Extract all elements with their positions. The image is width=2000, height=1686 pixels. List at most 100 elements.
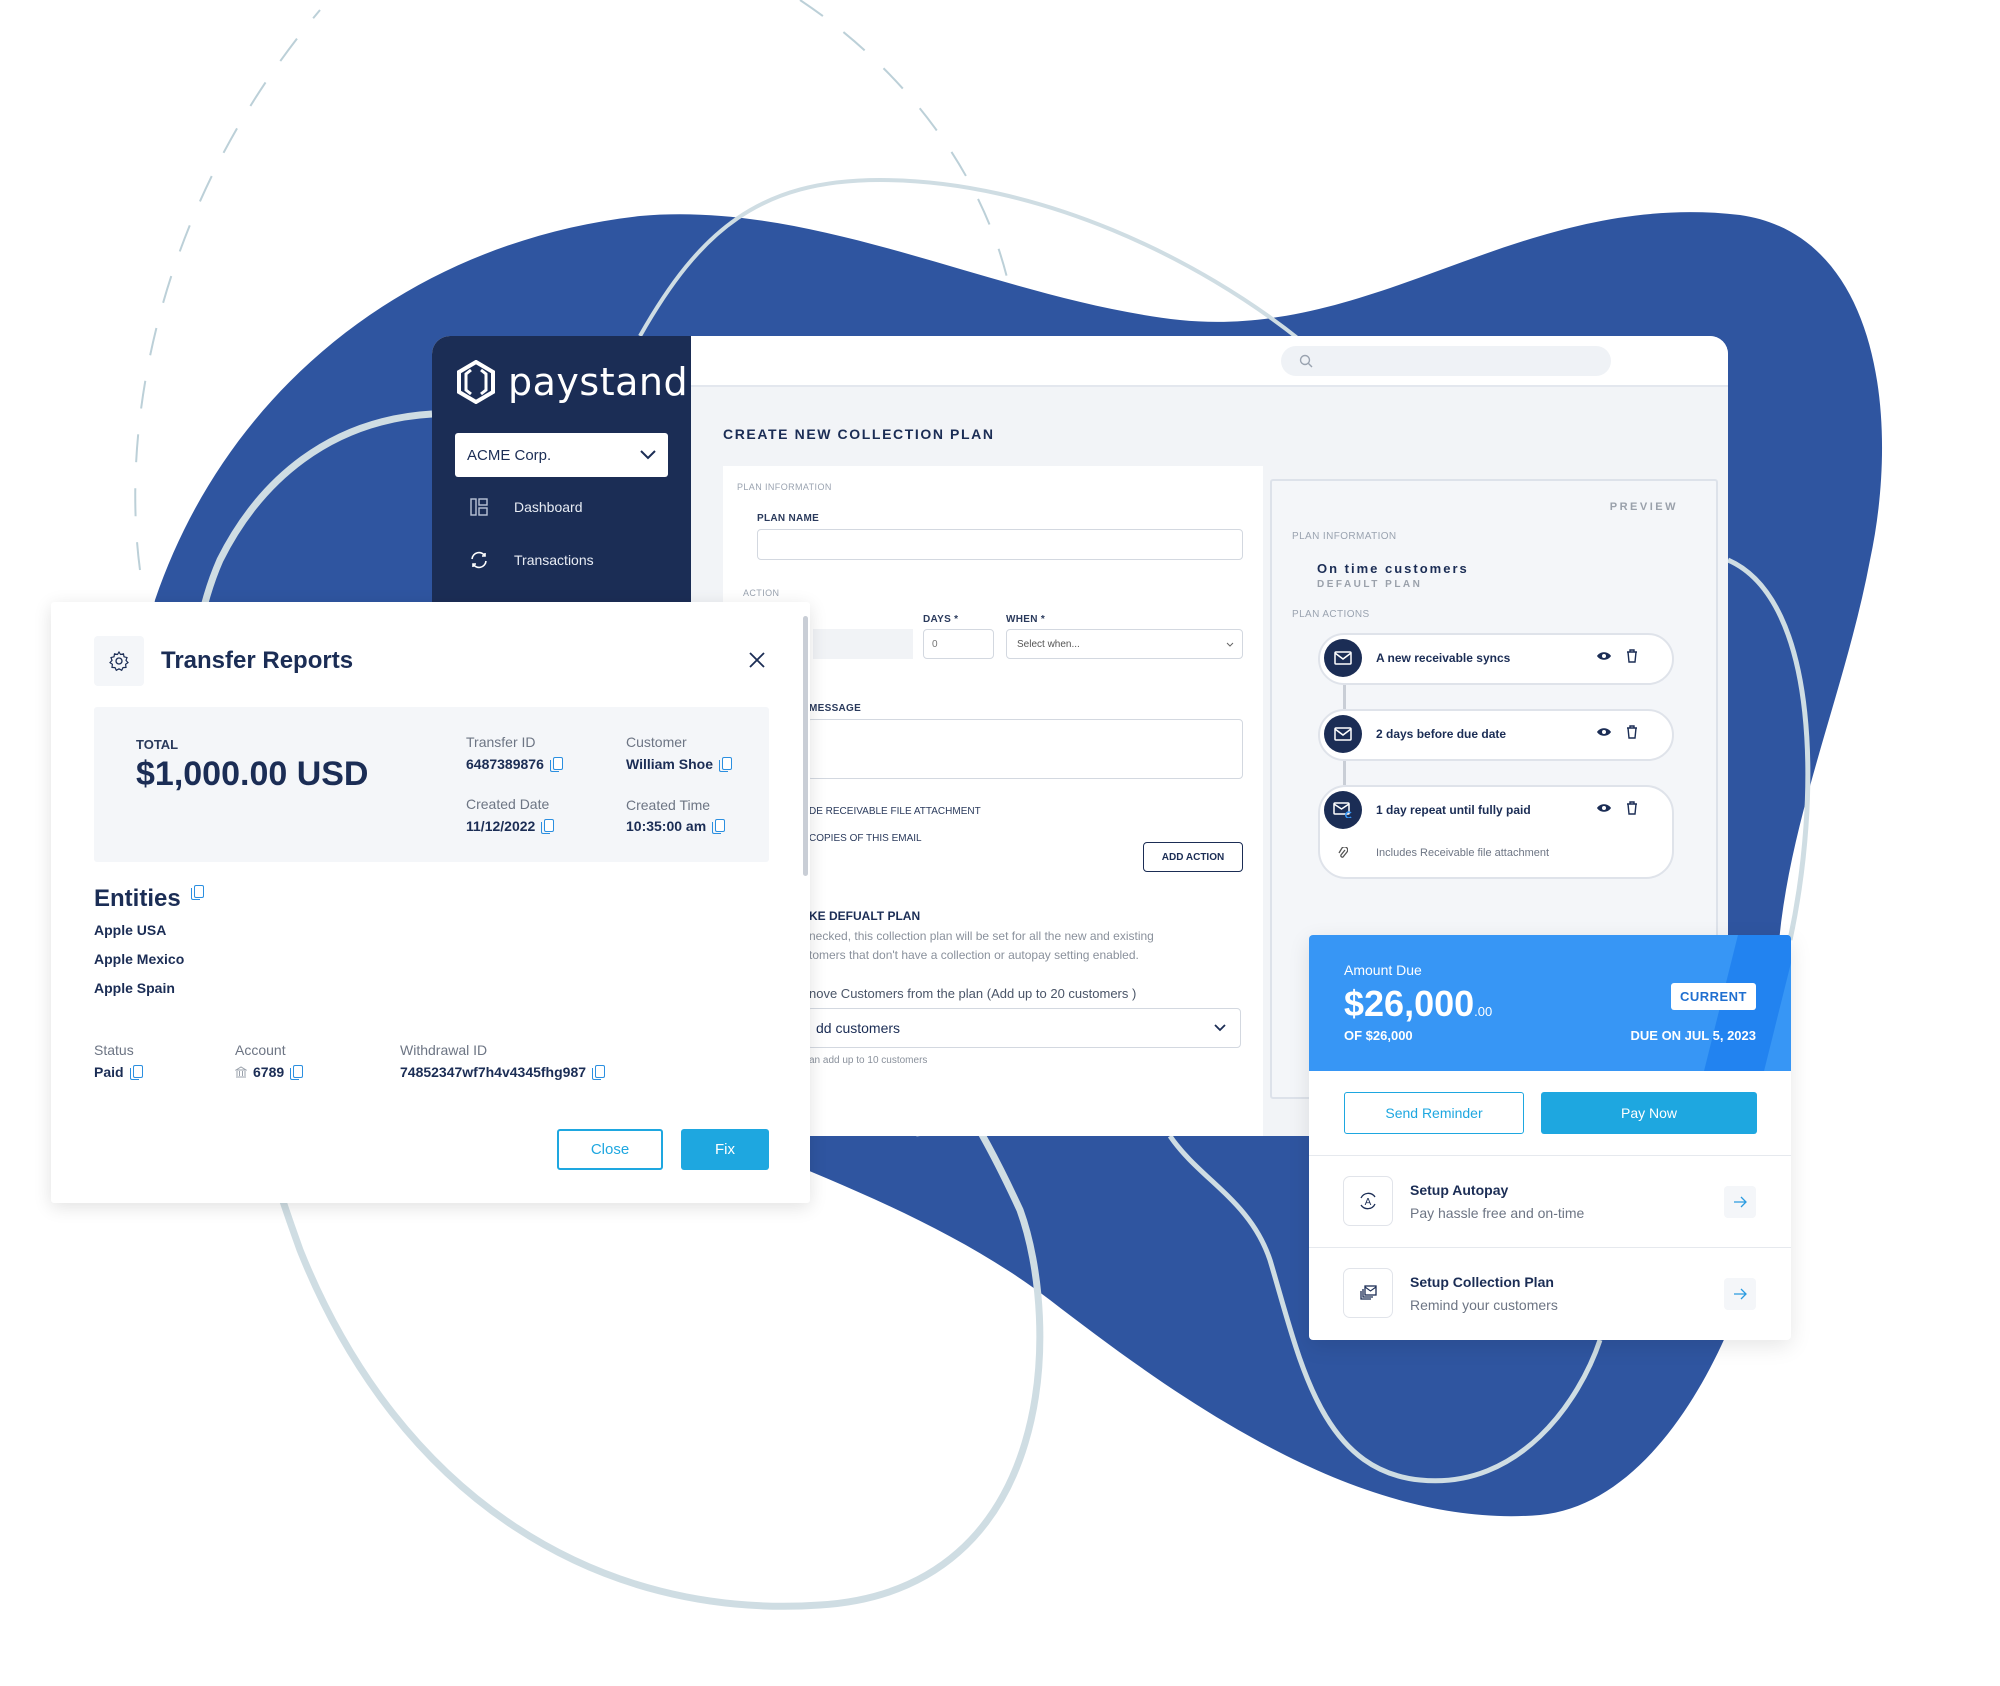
page-title: CREATE NEW COLLECTION PLAN	[723, 426, 995, 442]
amount-due-card: Amount Due $26,000 .00 OF $26,000 CURREN…	[1309, 935, 1791, 1340]
amount-due-header: Amount Due $26,000 .00 OF $26,000 CURREN…	[1309, 935, 1791, 1071]
eye-icon[interactable]	[1596, 727, 1612, 737]
copy-icon[interactable]	[712, 818, 726, 834]
chevron-down-icon	[1226, 642, 1234, 647]
trash-icon[interactable]	[1626, 801, 1638, 815]
default-plan-checkbox-label[interactable]: KE DEFUALT PLAN	[809, 909, 920, 923]
add-customers-value: dd customers	[816, 1020, 901, 1036]
copy-icon[interactable]	[541, 818, 555, 834]
default-plan-description-1: necked, this collection plan will be set…	[809, 929, 1154, 943]
close-button[interactable]: Close	[557, 1129, 663, 1170]
send-reminder-button[interactable]: Send Reminder	[1344, 1092, 1524, 1134]
withdrawal-id-field: 74852347wf7h4v4345fhg987	[400, 1064, 606, 1080]
transfer-id-value: 6487389876	[466, 756, 544, 772]
trash-icon[interactable]	[1626, 649, 1638, 663]
sidebar-item-dashboard[interactable]: Dashboard	[468, 496, 583, 518]
eye-icon[interactable]	[1596, 651, 1612, 661]
arrow-right-icon[interactable]	[1724, 1278, 1756, 1310]
when-select[interactable]: Select when...	[1006, 629, 1243, 659]
transfer-summary: TOTAL $1,000.00 USD Transfer ID 64873898…	[94, 707, 769, 862]
transfer-id-field: 6487389876	[466, 756, 563, 772]
setup-autopay-row[interactable]: A Setup Autopay Pay hassle free and on-t…	[1309, 1155, 1791, 1247]
preview-plan-information-label: PLAN INFORMATION	[1292, 531, 1397, 542]
organization-select[interactable]: ACME Corp.	[455, 433, 668, 477]
row-title: Setup Collection Plan	[1410, 1274, 1554, 1290]
row-title: Setup Autopay	[1410, 1182, 1509, 1198]
mail-repeat-icon	[1324, 791, 1362, 829]
sidebar-item-transactions[interactable]: Transactions	[468, 549, 594, 571]
arrow-right-icon[interactable]	[1724, 1186, 1756, 1218]
search-icon	[1299, 354, 1313, 368]
customer-field: William Shoe	[626, 756, 733, 772]
paystand-logo: paystand	[456, 360, 688, 404]
bank-icon	[235, 1066, 247, 1078]
total-label: TOTAL	[136, 737, 179, 752]
account-label: Account	[235, 1042, 286, 1058]
add-customers-select[interactable]: dd customers	[807, 1008, 1241, 1048]
entity-item: Apple USA	[94, 922, 167, 938]
amount-of-total: OF $26,000	[1344, 1028, 1413, 1043]
pay-now-button[interactable]: Pay Now	[1541, 1092, 1757, 1134]
plan-action-item[interactable]: A new receivable syncs	[1318, 633, 1674, 685]
entity-item: Apple Spain	[94, 980, 175, 996]
action-type-select[interactable]	[813, 629, 913, 659]
days-label: DAYS *	[923, 614, 959, 625]
search-input[interactable]	[1321, 353, 1591, 369]
status-label: Status	[94, 1042, 134, 1058]
trash-icon[interactable]	[1626, 725, 1638, 739]
plan-name-input[interactable]	[757, 529, 1243, 560]
amount-due-value: $26,000 .00	[1344, 983, 1492, 1025]
fix-button[interactable]: Fix	[681, 1129, 769, 1170]
message-textarea[interactable]	[807, 719, 1243, 779]
setup-collection-plan-row[interactable]: Setup Collection Plan Remind your custom…	[1309, 1247, 1791, 1339]
action-label: ACTION	[743, 588, 780, 598]
copy-icon[interactable]	[719, 756, 733, 772]
customers-hint: an add up to 10 customers	[809, 1055, 928, 1066]
copy-icon[interactable]	[129, 1064, 143, 1080]
plan-information-label: PLAN INFORMATION	[737, 482, 832, 492]
svg-text:A: A	[1365, 1197, 1372, 1208]
created-date-field: 11/12/2022	[466, 818, 555, 834]
top-bar	[691, 336, 1728, 387]
organization-select-value: ACME Corp.	[467, 446, 552, 464]
row-subtitle: Remind your customers	[1410, 1297, 1558, 1313]
status-value: Paid	[94, 1064, 124, 1080]
dialog-scrollbar[interactable]	[803, 616, 808, 876]
copy-icon[interactable]	[549, 756, 563, 772]
add-action-button[interactable]: ADD ACTION	[1143, 842, 1243, 872]
paystand-logo-icon	[457, 360, 495, 404]
withdrawal-id-value: 74852347wf7h4v4345fhg987	[400, 1064, 587, 1080]
default-plan-description-2: tomers that don't have a collection or a…	[809, 948, 1139, 962]
customers-label: nove Customers from the plan (Add up to …	[809, 986, 1137, 1001]
copy-icon[interactable]	[290, 1064, 304, 1080]
close-icon[interactable]	[745, 648, 769, 672]
copy-icon[interactable]	[190, 885, 204, 900]
autopay-icon: A	[1343, 1176, 1393, 1226]
paperclip-icon	[1338, 847, 1348, 858]
preview-label: PREVIEW	[1609, 501, 1678, 513]
search-bar[interactable]	[1281, 346, 1611, 376]
copies-checkbox-label[interactable]: COPIES OF THIS EMAIL	[809, 833, 922, 844]
created-time-label: Created Time	[626, 797, 711, 813]
created-time-field: 10:35:00 am	[626, 818, 726, 834]
dashboard-icon	[468, 496, 490, 518]
withdrawal-id-label: Withdrawal ID	[400, 1042, 488, 1058]
account-value: 6789	[253, 1064, 285, 1080]
account-field: 6789	[235, 1064, 304, 1080]
eye-icon[interactable]	[1596, 803, 1612, 813]
days-input[interactable]	[923, 629, 994, 659]
when-label: WHEN *	[1006, 614, 1046, 625]
created-date-label: Created Date	[466, 796, 550, 812]
gear-icon	[94, 636, 144, 686]
message-label: MESSAGE	[809, 703, 862, 714]
customer-value: William Shoe	[626, 756, 714, 772]
include-attachment-checkbox-label[interactable]: DE RECEIVABLE FILE ATTACHMENT	[809, 806, 981, 817]
plan-action-item[interactable]: 2 days before due date	[1318, 709, 1674, 761]
chevron-down-icon	[640, 450, 656, 460]
plan-name-label: PLAN NAME	[757, 513, 820, 524]
transfer-reports-dialog: Transfer Reports TOTAL $1,000.00 USD Tra…	[51, 602, 810, 1203]
plan-action-item[interactable]: 1 day repeat until fully paid Includes R…	[1318, 785, 1674, 879]
copy-icon[interactable]	[592, 1064, 606, 1080]
amount-main: $26,000	[1344, 983, 1475, 1024]
plan-action-title: A new receivable syncs	[1376, 651, 1511, 665]
